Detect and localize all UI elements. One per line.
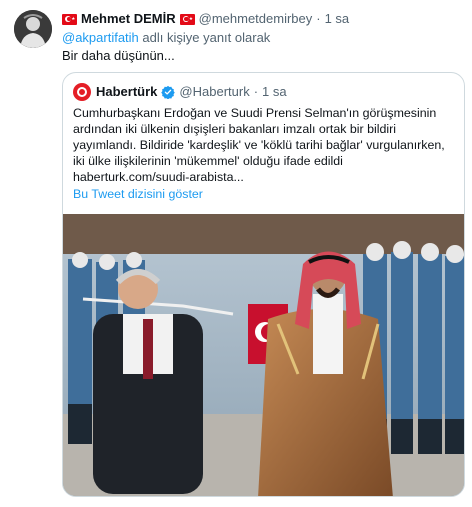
quoted-tweet-text: Cumhurbaşkanı Erdoğan ve Suudi Prensi Se… [73,106,445,184]
quoted-display-name[interactable]: Habertürk [96,84,157,100]
turkey-flag-icon: ★ [179,13,195,25]
haberturk-logo-icon[interactable] [73,83,91,101]
reply-context: @akpartifatih adlı kişiye yanıt olarak [62,30,270,46]
news-photo-illustration [63,214,464,496]
author-avatar[interactable] [14,10,52,48]
quoted-handle[interactable]: @Haberturk [179,84,249,100]
tweet-timestamp[interactable]: 1 sa [325,11,350,27]
turkey-flag-icon: ★ [62,13,77,25]
author-handle[interactable]: @mehmetdemirbey [199,11,313,27]
news-photo[interactable] [63,214,464,496]
reply-context-text: adlı kişiye yanıt olarak [138,30,271,45]
quoted-tweet-header: Habertürk @Haberturk · 1 sa [73,83,287,101]
tweet-text: Bir daha düşünün... [62,48,175,63]
tweet-header: ★ Mehmet DEMİR ★ @mehmetdemirbey · 1 sa [62,11,349,27]
author-display-name[interactable]: Mehmet DEMİR [81,11,176,27]
separator-dot: · [253,84,259,99]
verified-badge-icon [161,85,176,99]
reply-mention-link[interactable]: @akpartifatih [62,30,139,45]
show-thread-link[interactable]: Bu Tweet dizisini göster [73,186,203,202]
quoted-timestamp[interactable]: 1 sa [262,84,287,100]
avatar-photo [14,10,52,48]
separator-dot: · [316,11,321,26]
quoted-tweet-card[interactable]: Habertürk @Haberturk · 1 sa Cumhurbaşkan… [62,72,465,497]
